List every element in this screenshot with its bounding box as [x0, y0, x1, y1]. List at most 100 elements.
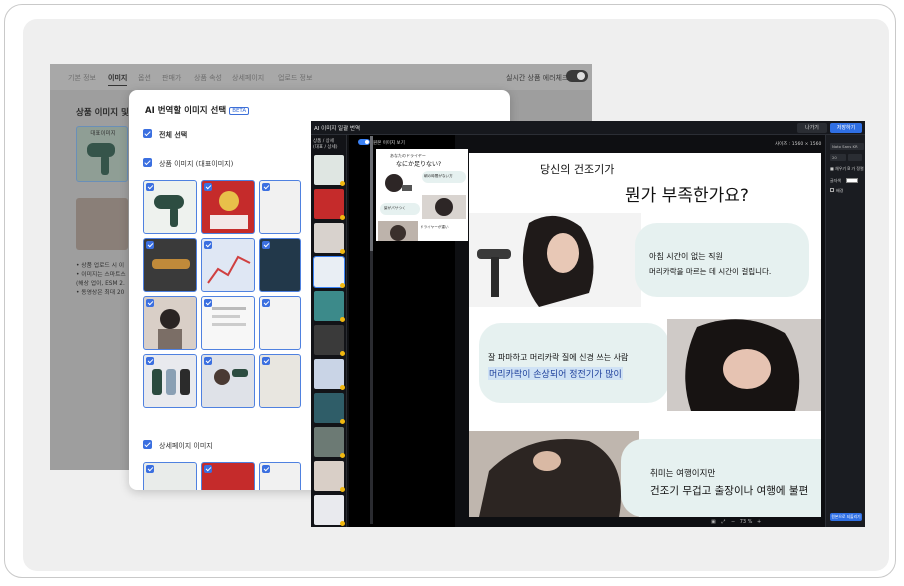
- image-thumb[interactable]: [143, 354, 197, 408]
- background-checkbox[interactable]: [830, 188, 834, 192]
- page-thumbnail[interactable]: [314, 427, 345, 458]
- scrollbar-thumb[interactable]: [370, 136, 373, 251]
- tab-basic-info[interactable]: 기본 정보: [68, 73, 96, 83]
- product-images-label: 상품 이미지 (대표이미지): [159, 160, 234, 168]
- select-all-checkbox[interactable]: [143, 129, 152, 138]
- status-dot: [340, 249, 345, 254]
- thumb-checkbox[interactable]: [262, 241, 270, 249]
- status-dot: [340, 419, 345, 424]
- properties-panel: Noto Sans KR 20 ■ 채우기 B 가 정렬 글자색 배경 원본으로…: [825, 135, 865, 527]
- headline-small[interactable]: 당신의 건조기가: [540, 161, 614, 177]
- page-thumbnail[interactable]: [314, 393, 345, 424]
- app-title: AI 이미지 일괄 번역: [314, 126, 361, 132]
- font-size-unit[interactable]: [848, 154, 862, 161]
- detail-images-checkbox[interactable]: [143, 440, 152, 449]
- page-thumbnail[interactable]: [314, 291, 345, 322]
- image-thumb[interactable]: [259, 296, 301, 350]
- text-color-label: 글자색: [830, 178, 842, 183]
- status-dot: [340, 351, 345, 356]
- thumb-checkbox[interactable]: [204, 241, 212, 249]
- screenshot-frame: 기본 정보 이미지 옵션 판매가 상품 속성 상세페이지 업로드 정보 실시간 …: [4, 4, 896, 578]
- format-tools[interactable]: ■ 채우기 B 가 정렬: [830, 166, 864, 172]
- image-thumb[interactable]: [143, 238, 197, 292]
- thumb-checkbox[interactable]: [146, 183, 154, 191]
- thumb-checkbox[interactable]: [146, 241, 154, 249]
- bubble-text[interactable]: 취미는 여행이지만: [650, 467, 715, 479]
- tab-detail-page[interactable]: 상세페이지: [232, 73, 264, 83]
- page-thumbnail[interactable]: [314, 189, 345, 220]
- representative-image[interactable]: 대표이미지: [76, 126, 128, 182]
- tab-attributes[interactable]: 상품 속성: [194, 73, 222, 83]
- secondary-image[interactable]: [76, 198, 128, 250]
- image-thumb[interactable]: [259, 180, 301, 234]
- select-all-label: 전체 선택: [159, 131, 188, 139]
- bubble-text-highlighted[interactable]: 머리카락이 손상되어 정전기가 많이: [488, 367, 623, 380]
- product-images-checkbox[interactable]: [143, 158, 152, 167]
- bubble-text[interactable]: 아침 시간이 없는 직원: [649, 251, 723, 262]
- page-thumbnail[interactable]: [314, 325, 345, 356]
- page-thumbnail-selected[interactable]: [313, 256, 345, 288]
- realtime-check-toggle[interactable]: [566, 70, 588, 82]
- image-thumb[interactable]: [143, 296, 197, 350]
- image-thumb[interactable]: [201, 238, 255, 292]
- font-select[interactable]: Noto Sans KR: [830, 143, 864, 150]
- bubble-text[interactable]: 머리카락을 마르는 데 시간이 걸립니다.: [649, 266, 771, 277]
- text-bubble[interactable]: [479, 323, 669, 403]
- beta-badge: BETA: [229, 107, 250, 115]
- toggle-switch[interactable]: [358, 139, 370, 145]
- image-thumb[interactable]: [143, 462, 197, 490]
- edit-canvas[interactable]: 당신의 건조기가 뭔가 부족한가요? 아침 시간이 없는 직원 머리카락을 마르…: [469, 153, 821, 517]
- thumb-checkbox[interactable]: [204, 465, 212, 473]
- page-thumbnail[interactable]: [314, 223, 345, 254]
- bubble-text[interactable]: 잘 파마하고 머리카락 질에 신경 쓰는 사람: [488, 352, 628, 363]
- revert-button[interactable]: 원본으로 되돌리기: [830, 513, 862, 521]
- image-thumb[interactable]: [259, 462, 301, 490]
- note-line: • 상품 업로드 시 이: [76, 263, 125, 269]
- tab-price[interactable]: 판매가: [162, 73, 181, 83]
- zoom-in-icon[interactable]: +: [757, 519, 761, 525]
- thumb-checkbox[interactable]: [204, 357, 212, 365]
- exit-button[interactable]: 나가기: [797, 123, 827, 133]
- thumb-checkbox[interactable]: [146, 465, 154, 473]
- background-option[interactable]: 배경: [830, 188, 843, 194]
- status-dot: [340, 385, 345, 390]
- status-dot: [340, 215, 345, 220]
- save-button[interactable]: 저장하기: [830, 123, 862, 133]
- status-dot: [340, 453, 345, 458]
- thumb-checkbox[interactable]: [262, 183, 270, 191]
- page-thumbnail[interactable]: [314, 359, 345, 390]
- note-line: (해상 업이, ESM 2.: [76, 281, 125, 287]
- page-thumbnail[interactable]: [314, 461, 345, 492]
- thumb-checkbox[interactable]: [262, 299, 270, 307]
- zoom-out-icon[interactable]: −: [731, 519, 735, 525]
- status-dot: [340, 317, 345, 322]
- zoom-level: 73 %: [739, 519, 753, 525]
- thumb-checkbox[interactable]: [204, 183, 212, 191]
- image-thumb[interactable]: [201, 462, 255, 490]
- fit-icon[interactable]: ▣: [711, 519, 716, 525]
- expand-icon[interactable]: ⤢: [721, 519, 725, 525]
- tab-upload-info[interactable]: 업로드 정보: [278, 73, 312, 83]
- thumb-checkbox[interactable]: [204, 299, 212, 307]
- thumb-checkbox[interactable]: [146, 299, 154, 307]
- bubble-text[interactable]: 건조기 무겁고 출장이나 여행에 불편: [650, 483, 808, 498]
- image-thumb[interactable]: [201, 180, 255, 234]
- tab-options[interactable]: 옵션: [138, 73, 151, 83]
- tab-images[interactable]: 이미지: [108, 73, 128, 86]
- image-thumb[interactable]: [201, 354, 255, 408]
- image-thumb[interactable]: [143, 180, 197, 234]
- thumbnail-column-label: 상품 / 상세 (대표 / 상세): [313, 139, 345, 151]
- page-thumbnail[interactable]: [314, 495, 345, 526]
- thumb-checkbox[interactable]: [262, 357, 270, 365]
- headline-big[interactable]: 뭔가 부족한가요?: [625, 181, 749, 206]
- image-thumb[interactable]: [259, 354, 301, 408]
- thumb-checkbox[interactable]: [262, 465, 270, 473]
- show-original-toggle[interactable]: 원본 이미지 보기: [358, 139, 405, 146]
- font-size-input[interactable]: 20: [830, 154, 846, 161]
- image-thumb[interactable]: [259, 238, 301, 292]
- image-thumb[interactable]: [201, 296, 255, 350]
- hair-closeup-photo: [469, 431, 639, 517]
- page-thumbnail[interactable]: [314, 155, 345, 186]
- thumb-checkbox[interactable]: [146, 357, 154, 365]
- text-color-swatch[interactable]: [846, 178, 858, 183]
